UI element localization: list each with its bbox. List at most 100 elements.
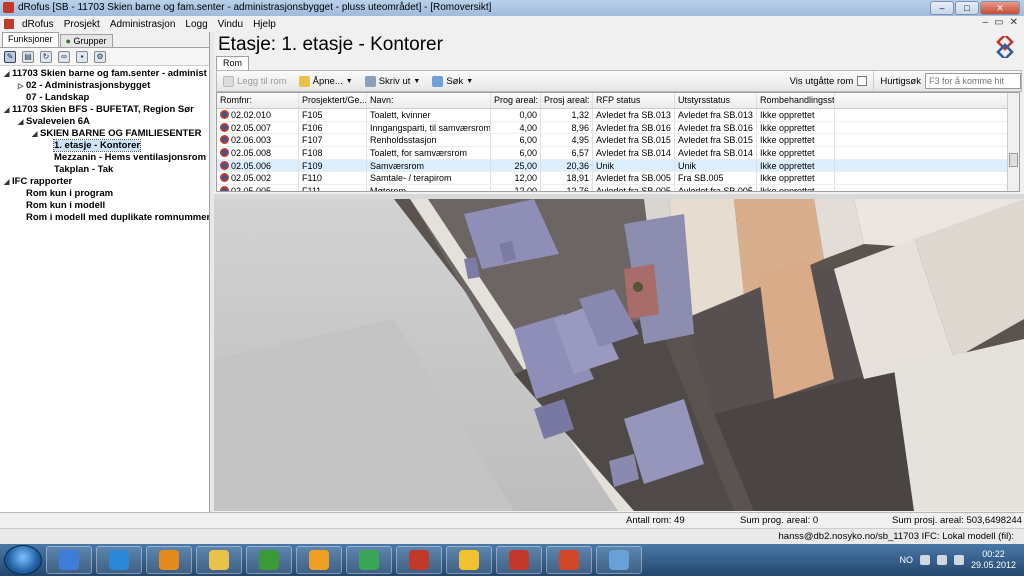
tree-node[interactable]: Mezzanin - Hems ventilasjonsrom bbox=[0, 152, 209, 164]
scroll-thumb[interactable] bbox=[1009, 153, 1018, 167]
table-cell: Ikke opprettet bbox=[757, 121, 835, 134]
menu-logg[interactable]: Logg bbox=[180, 19, 212, 30]
print-button[interactable]: Skriv ut ▼ bbox=[359, 75, 427, 87]
taskbar-apps bbox=[42, 546, 642, 574]
quick-search-label: Hurtigsøk bbox=[880, 75, 921, 87]
taskbar-app-button[interactable] bbox=[496, 546, 542, 574]
column-header[interactable]: Prosj areal: bbox=[541, 93, 593, 108]
column-header[interactable]: Romfnr: bbox=[217, 93, 299, 108]
mdi-minimize-button[interactable]: – bbox=[983, 17, 989, 28]
table-row[interactable]: 02.05.007 F106 Inngangsparti, til samværsr… bbox=[217, 121, 1019, 135]
tree-node[interactable]: ▷ 02 - Administrasjonsbygget bbox=[0, 80, 209, 92]
tab-grupper[interactable]: ● Grupper bbox=[59, 34, 113, 47]
taskbar-app-button[interactable] bbox=[546, 546, 592, 574]
tree-tool-icon[interactable]: ✎ bbox=[4, 50, 16, 63]
tree-node[interactable]: ◢ IFC rapporter bbox=[0, 176, 209, 188]
show-expired-checkbox[interactable] bbox=[857, 76, 868, 86]
tree-node[interactable]: 07 - Landskap bbox=[0, 92, 209, 104]
table-cell: 18,91 bbox=[541, 172, 593, 185]
connection-info: hanss@db2.nosyko.no/sb_11703 IFC: Lokal … bbox=[0, 528, 1024, 544]
taskbar-app-button[interactable] bbox=[146, 546, 192, 574]
table-cell: Toalett, kvinner bbox=[367, 109, 491, 121]
tree-node[interactable]: Rom kun i modell bbox=[0, 200, 209, 212]
tree-node[interactable]: ◢ SKIEN BARNE OG FAMILIESENTER bbox=[0, 128, 209, 140]
table-row[interactable]: 02.06.003 F107 Renholdsstasjon 6,00 4,95 Avle… bbox=[217, 134, 1019, 148]
table-cell: Ikke opprettet bbox=[757, 159, 835, 172]
tree-node-label: 07 - Landskap bbox=[26, 92, 90, 103]
tree-node[interactable]: Rom kun i program bbox=[0, 188, 209, 200]
taskbar-app-button[interactable] bbox=[446, 546, 492, 574]
tree-node[interactable]: ◢ Svaleveien 6A bbox=[0, 116, 209, 128]
table-scrollbar[interactable] bbox=[1007, 93, 1019, 191]
settings-icon[interactable]: ⚙ bbox=[94, 50, 106, 63]
tree-node[interactable]: Takplan - Tak bbox=[0, 164, 209, 176]
maximize-button[interactable]: □ bbox=[955, 1, 979, 15]
chrome-icon bbox=[359, 550, 379, 570]
link-icon[interactable]: ∞ bbox=[58, 50, 70, 63]
taskbar-app-button[interactable] bbox=[196, 546, 242, 574]
table-row[interactable]: 02.05.008 F108 Toalett, for samværsrom 6,00… bbox=[217, 147, 1019, 160]
mdi-restore-button[interactable]: ▭ bbox=[994, 17, 1003, 28]
menu-vindu[interactable]: Vindu bbox=[213, 19, 248, 30]
column-header[interactable]: RFP status bbox=[593, 93, 675, 108]
minimize-button[interactable]: – bbox=[930, 1, 954, 15]
close-button[interactable]: ✕ bbox=[980, 1, 1020, 15]
taskbar-app-button[interactable] bbox=[396, 546, 442, 574]
toolbar-right: Vis utgåtte rom Hurtigsøk bbox=[790, 71, 1021, 91]
save-icon[interactable]: ▪ bbox=[76, 50, 88, 63]
table-row[interactable]: 02.05.005 F111 Møterom 12,00 12,76 Avledet fr… bbox=[217, 185, 1019, 191]
print-label: Skriv ut bbox=[378, 75, 411, 87]
room-icon bbox=[220, 160, 229, 170]
tree-node[interactable]: 1. etasje - Kontorer bbox=[0, 139, 209, 152]
view-icon[interactable]: ▤ bbox=[22, 50, 34, 63]
taskbar-app-button[interactable] bbox=[246, 546, 292, 574]
drofus-logo-icon bbox=[4, 19, 14, 29]
search-button[interactable]: Søk ▼ bbox=[426, 75, 479, 87]
column-header[interactable]: Prosjektert/Ge... bbox=[299, 93, 367, 108]
column-header[interactable]: Rombehandlingsst... bbox=[757, 93, 835, 108]
taskbar-app-button[interactable] bbox=[296, 546, 342, 574]
tab-rom[interactable]: Rom bbox=[216, 56, 250, 70]
menu-administrasjon[interactable]: Administrasjon bbox=[105, 19, 181, 30]
system-tray: NO 00:22 29.05.2012 bbox=[899, 549, 1024, 571]
column-header[interactable]: Prog areal: bbox=[491, 93, 541, 108]
taskbar-app-button[interactable] bbox=[596, 546, 642, 574]
table-row[interactable]: 02.05.006 F109 Samværsrom 25,00 20,36 Unik Uni… bbox=[217, 159, 1019, 173]
table-cell: 1,32 bbox=[541, 109, 593, 121]
left-tabs: Funksjoner ● Grupper bbox=[0, 32, 209, 48]
table-cell: Avledet fra SB.015 bbox=[675, 134, 757, 147]
menu-hjelp[interactable]: Hjelp bbox=[248, 19, 281, 30]
clock[interactable]: 00:22 29.05.2012 bbox=[971, 549, 1016, 571]
open-button[interactable]: Åpne... ▼ bbox=[293, 75, 359, 87]
app-icon bbox=[3, 2, 14, 13]
taskbar-app-button[interactable] bbox=[346, 546, 392, 574]
table-row[interactable]: 02.05.002 F110 Samtale- / terapirom 12,00 18… bbox=[217, 172, 1019, 186]
column-header[interactable]: Utstyrsstatus bbox=[675, 93, 757, 108]
taskbar-app-button[interactable] bbox=[46, 546, 92, 574]
table-cell: Avledet fra SB.016 bbox=[675, 121, 757, 134]
add-room-button[interactable]: Legg til rom bbox=[217, 75, 293, 87]
room-number: 02.05.007 bbox=[231, 122, 272, 133]
column-header[interactable]: Navn: bbox=[367, 93, 491, 108]
network-icon[interactable] bbox=[936, 555, 947, 565]
quick-search-input[interactable] bbox=[925, 73, 1021, 89]
mdi-close-button[interactable]: ✕ bbox=[1010, 17, 1018, 28]
refresh-icon[interactable]: ↻ bbox=[40, 50, 52, 63]
tree-node-label: Rom kun i program bbox=[26, 188, 114, 199]
tree-node-label: Rom i modell med duplikate romnummer bbox=[26, 212, 209, 223]
tree-node-label: Rom kun i modell bbox=[26, 200, 106, 211]
tree-node[interactable]: ◢ 11703 Skien BFS - BUFETAT, Region Sør bbox=[0, 104, 209, 116]
3d-model-view[interactable] bbox=[214, 199, 1024, 511]
tree-node[interactable]: ◢ 11703 Skien barne og fam.senter - admin… bbox=[0, 68, 209, 80]
table-row[interactable]: 02.02.010 F105 Toalett, kvinner 0,00 1,32 Avl… bbox=[217, 109, 1019, 122]
tree-node[interactable]: Rom i modell med duplikate romnummer bbox=[0, 212, 209, 224]
menu-prosjekt[interactable]: Prosjekt bbox=[59, 19, 105, 30]
taskbar-app-button[interactable] bbox=[96, 546, 142, 574]
menu-drofus[interactable]: dRofus bbox=[17, 19, 59, 30]
flag-icon[interactable] bbox=[919, 555, 930, 565]
tab-funksjoner[interactable]: Funksjoner bbox=[2, 32, 59, 47]
table-cell: F107 bbox=[299, 134, 367, 147]
language-indicator[interactable]: NO bbox=[899, 555, 913, 565]
volume-icon[interactable] bbox=[953, 555, 964, 565]
start-button[interactable] bbox=[4, 545, 42, 575]
